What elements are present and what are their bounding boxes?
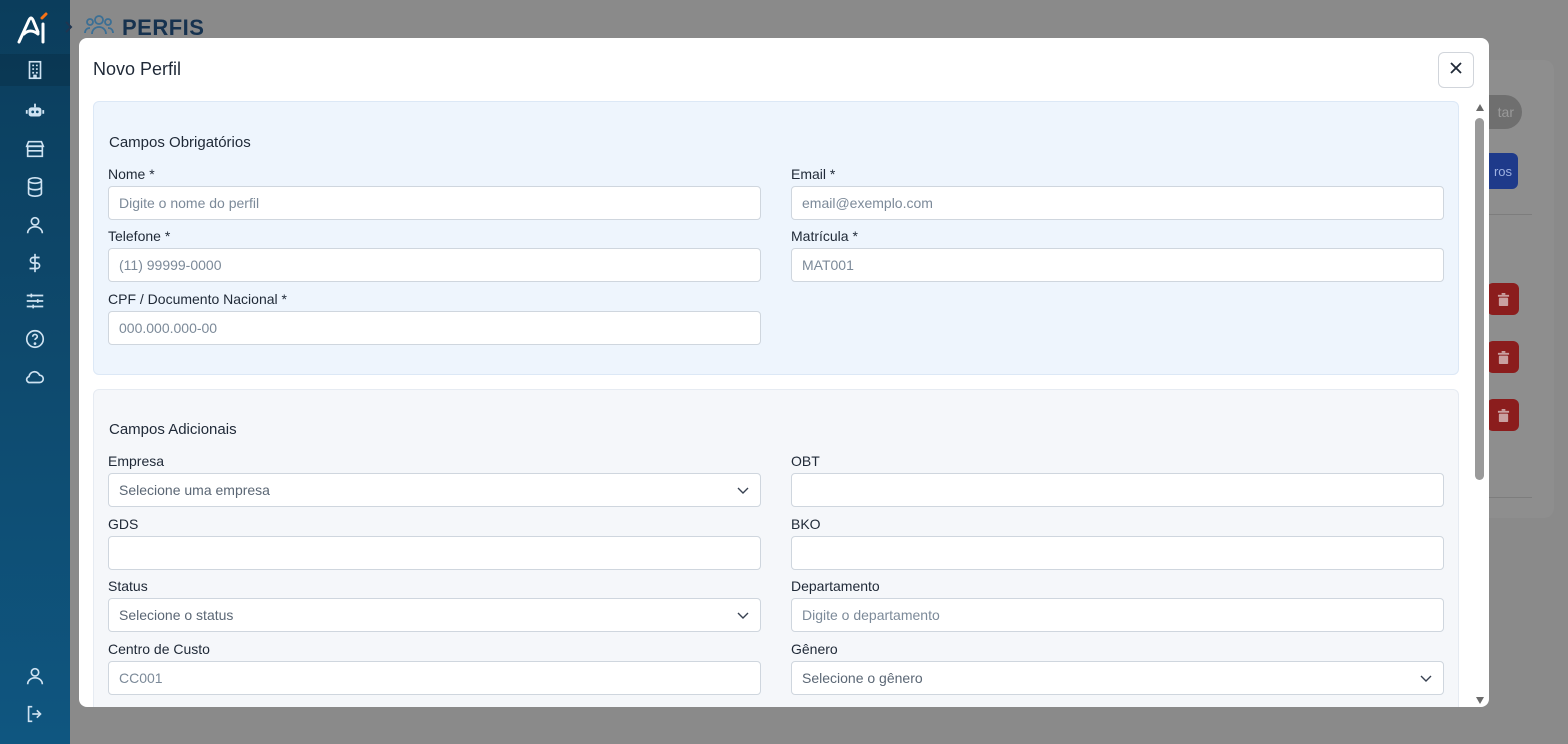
obt-field: OBT: [791, 453, 1444, 507]
new-profile-modal: Novo Perfil Campos Obrigatórios Nome * D…: [79, 38, 1489, 707]
status-select[interactable]: Selecione o status: [108, 598, 761, 632]
database-icon[interactable]: [21, 173, 49, 201]
section-title: Campos Obrigatórios: [109, 134, 251, 151]
nome-label: Nome *: [108, 166, 155, 182]
gds-label: GDS: [108, 516, 139, 532]
telefone-field: Telefone * (11) 99999-0000: [108, 228, 761, 282]
empresa-select[interactable]: Selecione uma empresa: [108, 473, 761, 507]
matricula-label: Matrícula *: [791, 228, 858, 244]
modal-title: Novo Perfil: [93, 59, 182, 79]
sliders-icon[interactable]: [21, 287, 49, 315]
bko-input[interactable]: [791, 536, 1444, 570]
centro-custo-input[interactable]: CC001: [108, 661, 761, 695]
section-title: Campos Adicionais: [109, 421, 237, 438]
genero-select-value: Selecione o gênero: [802, 670, 923, 686]
telefone-input[interactable]: (11) 99999-0000: [108, 248, 761, 282]
bko-label: BKO: [791, 516, 821, 532]
cpf-input[interactable]: 000.000.000-00: [108, 311, 761, 345]
status-field: Status Selecione o status: [108, 578, 761, 632]
bko-field: BKO: [791, 516, 1444, 570]
robot-icon[interactable]: [21, 97, 49, 125]
genero-select[interactable]: Selecione o gênero: [791, 661, 1444, 695]
trash-icon: [1487, 341, 1519, 373]
matricula-field: Matrícula * MAT001: [791, 228, 1444, 282]
status-label: Status: [108, 578, 148, 594]
obt-label: OBT: [791, 453, 820, 469]
store-icon[interactable]: [21, 135, 49, 163]
departamento-field: Departamento Digite o departamento: [791, 578, 1444, 632]
app-logo[interactable]: [16, 12, 52, 46]
departamento-input[interactable]: Digite o departamento: [791, 598, 1444, 632]
email-field: Email * email@exemplo.com: [791, 166, 1444, 220]
cpf-field: CPF / Documento Nacional * 000.000.000-0…: [108, 291, 761, 345]
empresa-select-value: Selecione uma empresa: [119, 482, 270, 498]
additional-fields-section: Campos Adicionais Empresa Selecione uma …: [93, 389, 1459, 707]
telefone-label: Telefone *: [108, 228, 171, 244]
genero-label: Gênero: [791, 641, 838, 657]
trash-icon: [1487, 283, 1519, 315]
chevron-down-icon: [737, 487, 749, 494]
nome-field: Nome * Digite o nome do perfil: [108, 166, 761, 220]
chevron-down-icon: [1420, 675, 1432, 682]
cloud-icon[interactable]: [21, 363, 49, 391]
email-label: Email *: [791, 166, 836, 182]
background-divider: [1488, 497, 1532, 498]
profile-icon[interactable]: [21, 662, 49, 690]
departamento-label: Departamento: [791, 578, 880, 594]
help-icon[interactable]: [21, 325, 49, 353]
close-icon: [1449, 61, 1463, 80]
scrollbar-thumb[interactable]: [1475, 118, 1484, 480]
page-title: PERFIS: [122, 14, 205, 40]
building-icon[interactable]: [21, 56, 49, 84]
logout-icon[interactable]: [21, 700, 49, 728]
chevron-down-icon: [737, 612, 749, 619]
gds-input[interactable]: [108, 536, 761, 570]
required-fields-section: Campos Obrigatórios Nome * Digite o nome…: [93, 101, 1459, 375]
centro-custo-label: Centro de Custo: [108, 641, 210, 657]
trash-icon: [1487, 399, 1519, 431]
sidebar-expand-chevron-icon[interactable]: [60, 16, 78, 38]
genero-field: Gênero Selecione o gênero: [791, 641, 1444, 695]
obt-input[interactable]: [791, 473, 1444, 507]
nome-input[interactable]: Digite o nome do perfil: [108, 186, 761, 220]
user-icon[interactable]: [21, 211, 49, 239]
status-select-value: Selecione o status: [119, 607, 234, 623]
modal-body: Campos Obrigatórios Nome * Digite o nome…: [93, 101, 1459, 707]
empresa-field: Empresa Selecione uma empresa: [108, 453, 761, 507]
scroll-up-arrow-icon[interactable]: [1476, 104, 1484, 111]
cpf-label: CPF / Documento Nacional *: [108, 291, 287, 307]
email-input[interactable]: email@exemplo.com: [791, 186, 1444, 220]
sidebar: [0, 0, 70, 744]
scroll-down-arrow-icon[interactable]: [1476, 697, 1484, 704]
dollar-icon[interactable]: [21, 249, 49, 277]
background-divider: [1488, 214, 1532, 215]
modal-scrollbar[interactable]: [1474, 104, 1486, 704]
gds-field: GDS: [108, 516, 761, 570]
users-icon: [84, 14, 114, 41]
close-button[interactable]: [1438, 52, 1474, 88]
page-header: PERFIS: [84, 14, 204, 41]
matricula-input[interactable]: MAT001: [791, 248, 1444, 282]
centro-custo-field: Centro de Custo CC001: [108, 641, 761, 695]
empresa-label: Empresa: [108, 453, 165, 469]
